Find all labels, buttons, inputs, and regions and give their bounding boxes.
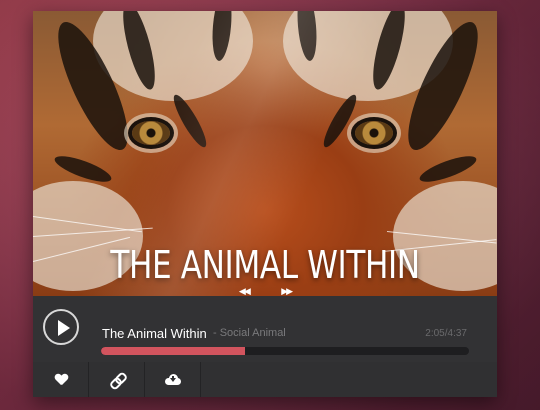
- music-player: THE ANIMAL WITHIN ◀◀ ▶▶ The Animal Withi…: [33, 11, 497, 397]
- track-title: The Animal Within: [102, 326, 207, 341]
- track-artist: - Social Animal: [213, 327, 286, 339]
- tiger-eye-right: [355, 121, 393, 145]
- share-link-button[interactable]: [89, 362, 145, 397]
- play-icon: [58, 320, 70, 336]
- next-track-icon[interactable]: ▶▶: [281, 286, 293, 296]
- track-time: 2:05/4:37: [425, 328, 467, 339]
- link-icon: [108, 370, 128, 391]
- like-button[interactable]: [33, 362, 89, 397]
- stripe: [168, 91, 212, 151]
- cloud-download-icon: [164, 374, 181, 385]
- album-artwork: THE ANIMAL WITHIN ◀◀ ▶▶: [33, 11, 497, 296]
- heart-icon: [55, 374, 67, 385]
- action-bar: [33, 362, 497, 397]
- previous-track-icon[interactable]: ◀◀: [239, 286, 251, 296]
- stripe: [318, 91, 362, 151]
- transport-controls: ◀◀ ▶▶: [33, 281, 497, 296]
- play-button[interactable]: [43, 309, 79, 345]
- download-button[interactable]: [145, 362, 201, 397]
- playback-panel: The Animal Within - Social Animal 2:05/4…: [33, 296, 497, 363]
- progress-fill: [101, 347, 245, 355]
- progress-bar[interactable]: [101, 347, 469, 355]
- tiger-eye-left: [132, 121, 170, 145]
